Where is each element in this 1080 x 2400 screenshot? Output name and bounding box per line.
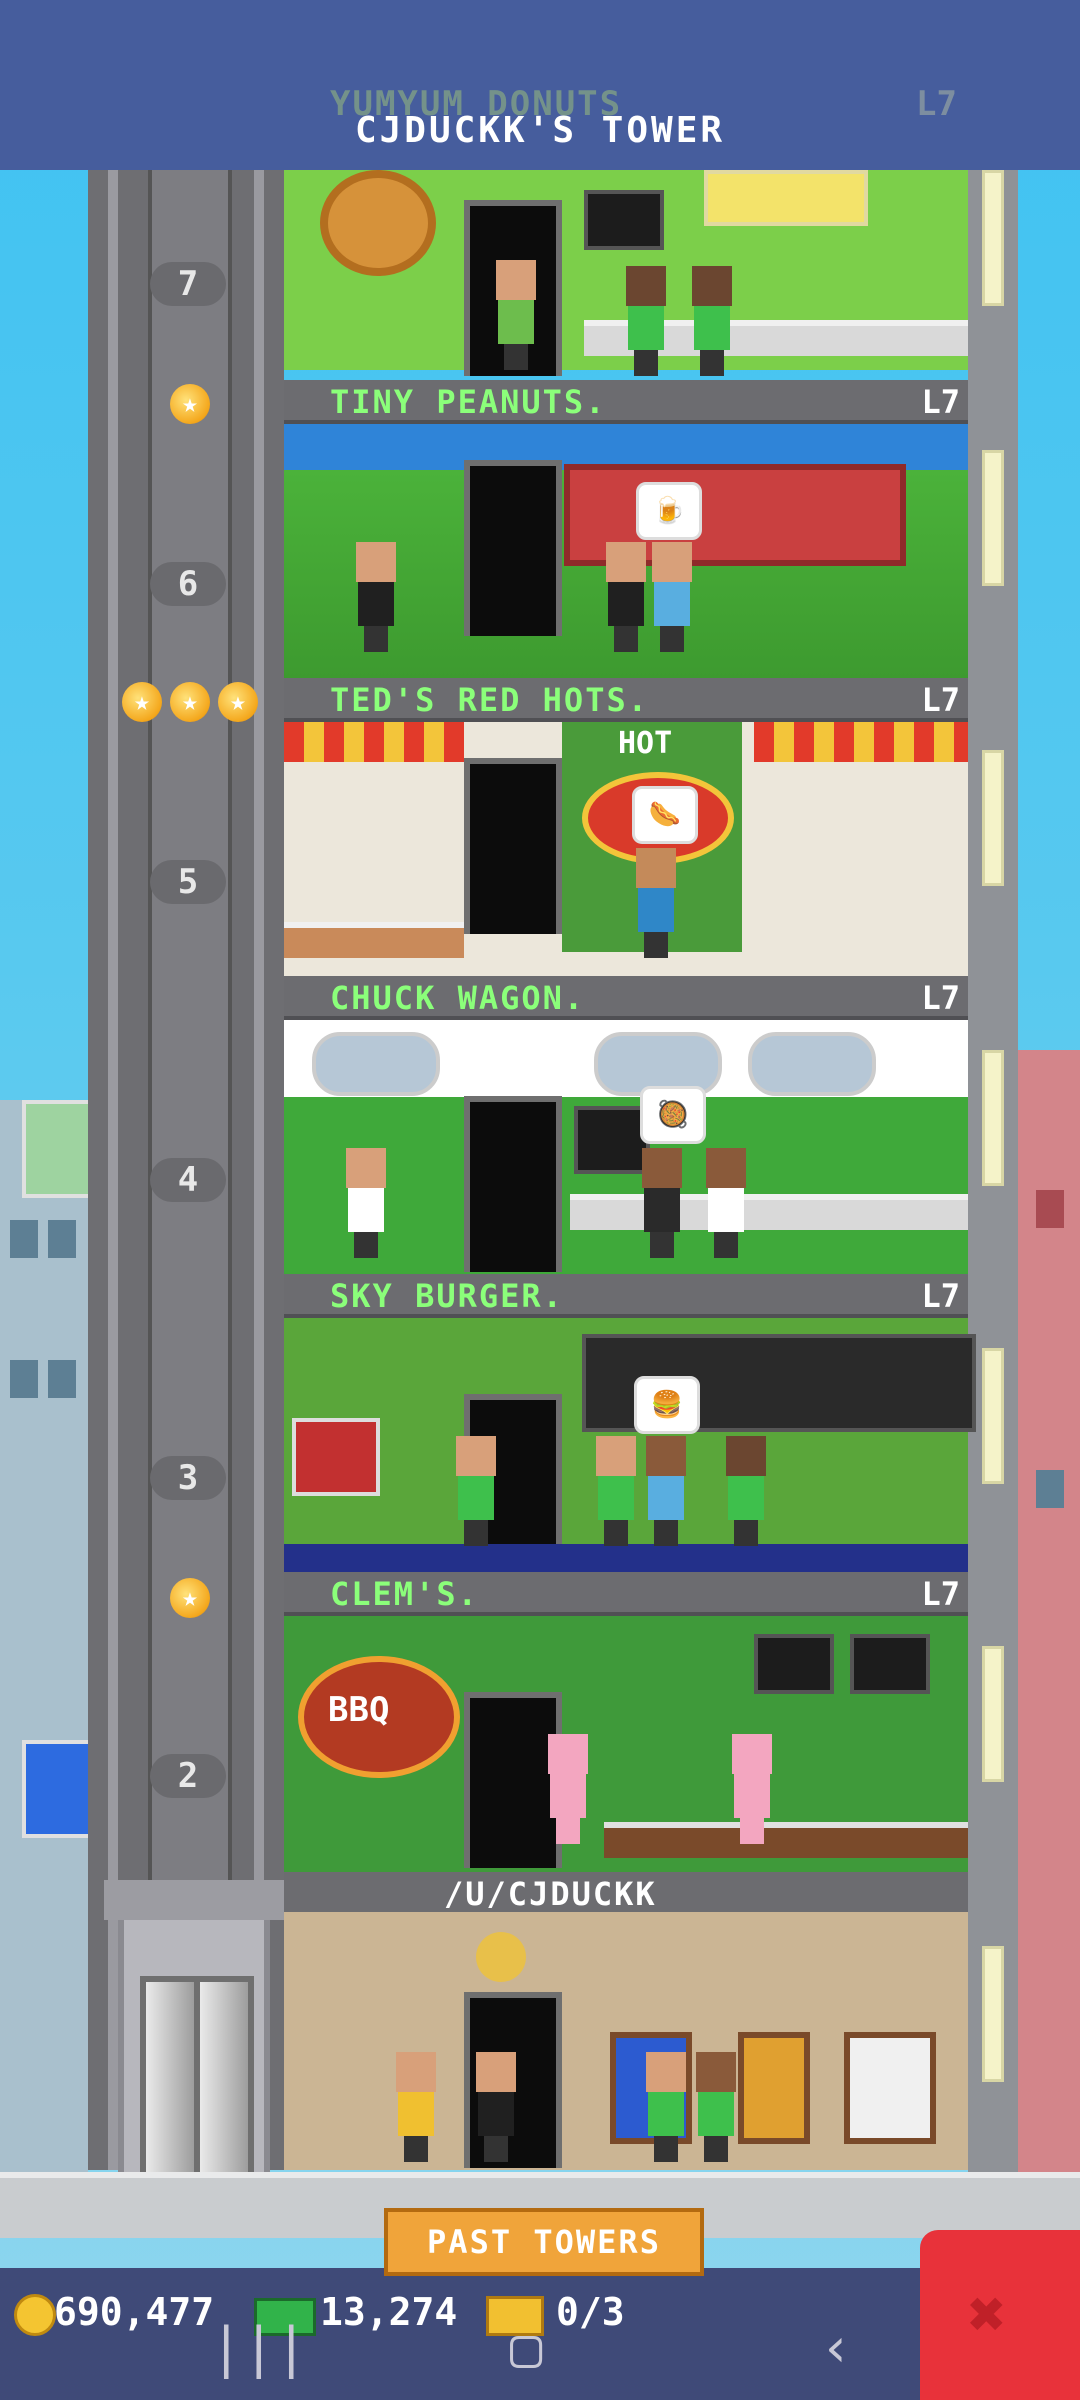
floor-name: TINY PEANUTS. bbox=[330, 383, 607, 421]
pig-mascot-1[interactable] bbox=[546, 1734, 590, 1844]
pilot-2[interactable] bbox=[604, 542, 648, 652]
floor-teds-red-hots[interactable]: TED'S RED HOTS. L7 HOT 🌭 bbox=[284, 678, 968, 978]
floor-level: L7 bbox=[921, 383, 960, 421]
floor-room-donuts[interactable] bbox=[284, 170, 968, 376]
build-icon: ✖ bbox=[968, 2278, 1007, 2352]
bbq-sign-text: BBQ bbox=[328, 1690, 390, 1730]
lobby-visitor-4[interactable] bbox=[694, 2052, 738, 2162]
food-thought-bubble: 🥘 bbox=[640, 1086, 706, 1144]
lobby-visitor-3[interactable] bbox=[644, 2052, 688, 2162]
customer-burger-2[interactable] bbox=[594, 1436, 638, 1546]
customer-donut-2[interactable] bbox=[690, 266, 734, 376]
elevator-floor-number-3[interactable]: 3 bbox=[150, 1456, 226, 1500]
floor-level: L7 bbox=[921, 1575, 960, 1613]
awning-right bbox=[754, 722, 968, 762]
lobby-visitor-2[interactable] bbox=[474, 2052, 518, 2162]
chef-chuck[interactable] bbox=[344, 1148, 388, 1258]
hotdog-thought-bubble: 🌭 bbox=[632, 786, 698, 844]
background-building-right bbox=[1018, 1050, 1080, 2200]
past-towers-button[interactable]: PAST TOWERS bbox=[384, 2208, 704, 2276]
pilot-1[interactable] bbox=[354, 542, 398, 652]
customer-chuck-1[interactable] bbox=[640, 1148, 684, 1258]
nav-back-icon[interactable]: ‹ bbox=[820, 2316, 853, 2379]
nav-home-icon[interactable]: ▢ bbox=[510, 2316, 543, 2379]
elevator-floor-number-2[interactable]: 2 bbox=[150, 1754, 226, 1798]
floor-level: L7 bbox=[921, 1277, 960, 1315]
elevator-car[interactable] bbox=[104, 1880, 284, 2182]
painting-2 bbox=[738, 2032, 810, 2144]
star-icon[interactable]: ★ bbox=[170, 682, 210, 722]
customer-donut-1[interactable] bbox=[624, 266, 668, 376]
elevator-floor-number-4[interactable]: 4 bbox=[150, 1158, 226, 1202]
lobby-chandelier bbox=[476, 1932, 526, 1982]
floor-chuck-wagon[interactable]: CHUCK WAGON. L7 🥘 bbox=[284, 976, 968, 1276]
customer-burger-3[interactable] bbox=[644, 1436, 688, 1546]
elevator-floor-number-6[interactable]: 6 bbox=[150, 562, 226, 606]
floor-name: CHUCK WAGON. bbox=[330, 979, 586, 1017]
floor-sky-burger[interactable]: SKY BURGER. L7 🍔 bbox=[284, 1274, 976, 1574]
floor-tiny-peanuts[interactable]: TINY PEANUTS. L7 🍺 bbox=[284, 380, 968, 680]
coin-icon bbox=[14, 2294, 56, 2336]
pig-mascot-2[interactable] bbox=[730, 1734, 774, 1844]
staff-burger[interactable] bbox=[724, 1436, 768, 1546]
awning-left bbox=[284, 722, 464, 762]
lobby-room[interactable] bbox=[284, 1912, 968, 2170]
window-oval-3 bbox=[748, 1032, 876, 1096]
floor-level: L7 bbox=[921, 681, 960, 719]
bux-count[interactable]: 13,274 bbox=[320, 2290, 457, 2334]
customer-peanuts[interactable] bbox=[650, 542, 694, 652]
donut-sign bbox=[320, 170, 436, 276]
customer-burger-1[interactable] bbox=[454, 1436, 498, 1546]
staff-donut[interactable] bbox=[494, 260, 538, 370]
tower-right-column bbox=[968, 170, 1018, 2180]
star-icon[interactable]: ★ bbox=[170, 384, 210, 424]
tower-title: CJDUCKK'S TOWER bbox=[354, 110, 726, 151]
floor-name: CLEM'S. bbox=[330, 1575, 479, 1613]
lobby-name: /U/CJDUCKK bbox=[444, 1875, 657, 1913]
star-icon[interactable]: ★ bbox=[170, 1578, 210, 1618]
bbq-sign: BBQ bbox=[298, 1656, 460, 1778]
star-icon[interactable]: ★ bbox=[218, 682, 258, 722]
hot-sign-text: HOT bbox=[618, 726, 673, 761]
tickets-count: 0/3 bbox=[556, 2290, 625, 2334]
soda-machine bbox=[292, 1418, 380, 1496]
floor-level: L7 bbox=[921, 979, 960, 1017]
floor-name: SKY BURGER. bbox=[330, 1277, 564, 1315]
customer-teds[interactable] bbox=[634, 848, 678, 958]
lobby-visitor-1[interactable] bbox=[394, 2052, 438, 2162]
lobby-name-bar[interactable]: /U/CJDUCKK bbox=[284, 1872, 968, 1913]
burger-thought-bubble: 🍔 bbox=[634, 1376, 700, 1434]
elevator-floor-number-7[interactable]: 7 bbox=[150, 262, 226, 306]
star-icon[interactable]: ★ bbox=[122, 682, 162, 722]
donut-menu-sign bbox=[704, 170, 868, 226]
elevator-floor-number-5[interactable]: 5 bbox=[150, 860, 226, 904]
billboard-fries bbox=[22, 1100, 92, 1198]
customer-chuck-2[interactable] bbox=[704, 1148, 748, 1258]
coins-count: 690,477 bbox=[54, 2290, 215, 2334]
customer-thought-bubble: 🍺 bbox=[636, 482, 702, 540]
nav-recents-icon[interactable]: ||| bbox=[210, 2316, 308, 2379]
floor-name: TED'S RED HOTS. bbox=[330, 681, 649, 719]
blue-counter bbox=[284, 1544, 968, 1574]
build-button[interactable]: ✖ bbox=[920, 2230, 1080, 2400]
floor-clems[interactable]: CLEM'S. L7 BBQ bbox=[284, 1572, 968, 1872]
painting-3 bbox=[844, 2032, 936, 2144]
window-oval-1 bbox=[312, 1032, 440, 1096]
background-building-left bbox=[0, 1100, 88, 2200]
billboard-blue bbox=[22, 1740, 92, 1838]
